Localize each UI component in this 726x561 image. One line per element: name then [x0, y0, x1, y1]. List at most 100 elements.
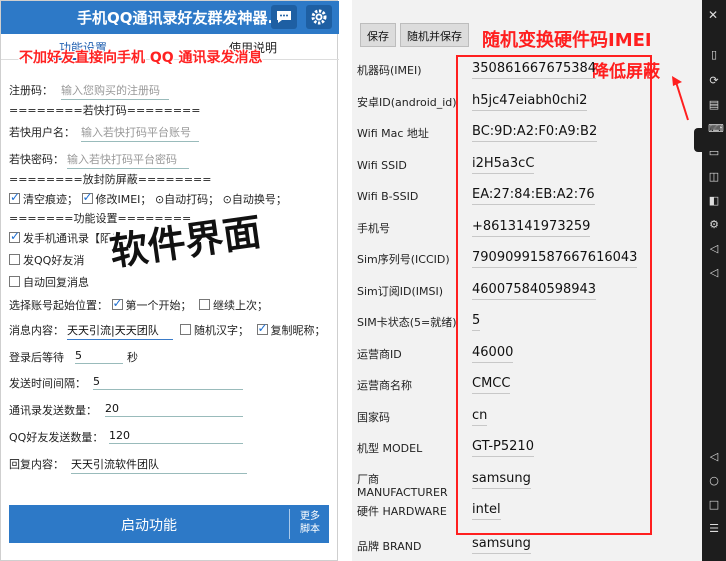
section-antiban: ========放封防屏蔽========: [9, 173, 212, 186]
settings-icon[interactable]: ⚙: [708, 218, 720, 232]
wifi-mac-value[interactable]: BC:9D:A2:F0:A9:B2: [472, 124, 598, 142]
more-label-line1: 更多: [300, 511, 320, 522]
wait-unit: 秒: [127, 351, 138, 364]
wifi-bssid-value[interactable]: EA:27:84:EB:A2:76: [472, 187, 595, 205]
imsi-value[interactable]: 460075840598943: [472, 282, 597, 300]
android-id-value[interactable]: h5jc47eiabh0chi2: [472, 93, 588, 111]
field-label: 运营商ID: [357, 348, 402, 361]
reply-input[interactable]: 天天引流软件团队: [71, 456, 247, 474]
volume-icon[interactable]: ◧: [708, 194, 720, 208]
wait-label: 登录后等待: [9, 351, 64, 364]
continue-label: 继续上次；: [213, 299, 268, 312]
reply-label: 回复内容：: [9, 458, 64, 471]
rotate-icon[interactable]: ⟳: [708, 74, 720, 88]
continue-checkbox[interactable]: [199, 299, 210, 310]
rk-pass-label: 若快密码：: [9, 153, 64, 166]
manufacturer-value[interactable]: samsung: [472, 471, 531, 489]
keyboard-icon[interactable]: ⌨: [708, 122, 724, 136]
overlay-title: 随机变换硬件码IMEI: [482, 30, 652, 51]
send-contacts-checkbox[interactable]: [9, 229, 20, 243]
iccid-value[interactable]: 79090991587667616043: [472, 250, 638, 268]
rk-pass-input[interactable]: 输入若快打码平台密码: [67, 151, 189, 169]
phone-number-value[interactable]: +8613141973259: [472, 219, 591, 237]
send-qq-row: 发QQ好友消: [9, 252, 84, 268]
field-label: 安卓ID(android_id): [357, 96, 457, 109]
contacts-count-label: 通讯录发送数量：: [9, 404, 97, 417]
phone-icon[interactable]: ▯: [708, 48, 720, 62]
reg-label: 注册码：: [9, 84, 53, 97]
start-pos-row: 选择账号起始位置： 第一个开始； 继续上次；: [9, 296, 268, 313]
reg-code-input[interactable]: 输入您购买的注册码: [61, 82, 169, 100]
wait-input[interactable]: 5: [75, 349, 123, 364]
imei-value[interactable]: 350861667675384: [472, 61, 597, 79]
menu-icon[interactable]: ☰: [708, 522, 720, 536]
field-label: Sim序列号(ICCID): [357, 253, 450, 266]
field-label: 机型 MODEL: [357, 442, 423, 455]
left-phone-screen: 手机QQ通讯录好友群发神器. 功能设置 使用说明 不加好友直接向手机 QQ 通讯…: [0, 0, 339, 561]
clear-traces-label: 清空痕迹；: [23, 193, 78, 206]
field-label: SIM卡状态(5=就绪): [357, 316, 457, 329]
hardware-value[interactable]: intel: [472, 502, 501, 520]
volume-down-icon[interactable]: ◁: [708, 266, 720, 280]
right-phone-screen: 保存 随机并保存 随机变换硬件码IMEI 降低屏蔽 机器码(IMEI) 3508…: [352, 0, 726, 561]
field-label: 品牌 BRAND: [357, 540, 422, 553]
msg-input[interactable]: 天天引流|天天团队: [67, 322, 173, 340]
home-icon[interactable]: ○: [708, 474, 720, 488]
msg-label: 消息内容：: [9, 324, 64, 337]
rk-user-input[interactable]: 输入若快打码平台账号: [81, 124, 199, 142]
field-label: Wifi SSID: [357, 159, 407, 172]
section-captcha: ========若快打码========: [9, 104, 201, 117]
field-label: Wifi B-SSID: [357, 190, 419, 203]
auto-reply-checkbox[interactable]: [9, 276, 20, 287]
emulator-sidebar: ✕ ▯ ⟳ ▤ ⌨ ▭ ◫ ◧ ⚙ ◁ ◁ ◁ ○ □ ☰: [694, 0, 726, 561]
app-title: 手机QQ通讯录好友群发神器.: [77, 9, 274, 27]
auto-captcha-option[interactable]: ⊙自动打码；: [155, 193, 219, 206]
rk-user-label: 若快用户名：: [9, 126, 75, 139]
shake-icon[interactable]: ◫: [708, 170, 720, 184]
modify-imei-label: 修改IMEI；: [95, 193, 152, 206]
first-start-label: 第一个开始；: [125, 299, 192, 312]
close-icon[interactable]: ✕: [708, 8, 718, 22]
overlay-caption: 不加好友直接向手机 QQ 通讯录发消息: [19, 50, 263, 66]
country-code-value[interactable]: cn: [472, 408, 488, 426]
more-scripts-button[interactable]: 更多 脚本: [295, 510, 325, 536]
auto-reply-label: 自动回复消息: [23, 276, 89, 289]
random-save-button[interactable]: 随机并保存: [400, 23, 469, 47]
bottom-action-bar: 启动功能 更多脚本: [9, 505, 329, 543]
modify-imei-checkbox[interactable]: [81, 190, 93, 204]
first-start-checkbox[interactable]: [111, 296, 123, 310]
wifi-ssid-value[interactable]: i2H5a3cC: [472, 156, 535, 174]
apk-icon[interactable]: ▤: [708, 98, 720, 112]
save-button[interactable]: 保存: [360, 23, 396, 47]
msg-options: 随机汉字； 复制昵称；: [180, 321, 326, 338]
sim-state-value[interactable]: 5: [472, 313, 481, 331]
start-pos-label: 选择账号起始位置：: [9, 299, 108, 312]
field-label: Sim订阅ID(IMSI): [357, 285, 444, 298]
send-qq-checkbox[interactable]: [9, 254, 20, 265]
start-button[interactable]: 启动功能: [9, 515, 289, 535]
sidebar-collapse-tab[interactable]: [694, 128, 704, 152]
field-label: 机器码(IMEI): [357, 64, 422, 77]
qq-count-input[interactable]: 120: [109, 429, 243, 444]
folder-icon[interactable]: ▭: [708, 146, 720, 160]
red-arrow-icon: [672, 76, 689, 121]
volume-up-icon[interactable]: ◁: [708, 242, 720, 256]
gear-icon[interactable]: [306, 5, 332, 29]
contacts-count-input[interactable]: 20: [105, 402, 243, 417]
model-value[interactable]: GT-P5210: [472, 439, 534, 457]
random-chars-checkbox[interactable]: [180, 324, 191, 335]
brand-value[interactable]: samsung: [472, 536, 531, 554]
interval-label: 发送时间间隔：: [9, 377, 86, 390]
more-label-line2: 脚本: [300, 524, 320, 535]
bar-divider: [289, 509, 290, 539]
clear-traces-checkbox[interactable]: [9, 190, 20, 204]
back-icon[interactable]: ◁: [708, 450, 720, 464]
operator-id-value[interactable]: 46000: [472, 345, 514, 363]
copy-nick-checkbox[interactable]: [256, 321, 268, 335]
operator-name-value[interactable]: CMCC: [472, 376, 511, 394]
interval-input[interactable]: 5: [93, 375, 243, 390]
field-label: 运营商名称: [357, 379, 412, 392]
send-qq-label: 发QQ好友消: [23, 254, 85, 267]
recents-icon[interactable]: □: [708, 498, 720, 512]
chat-icon[interactable]: [271, 5, 297, 29]
